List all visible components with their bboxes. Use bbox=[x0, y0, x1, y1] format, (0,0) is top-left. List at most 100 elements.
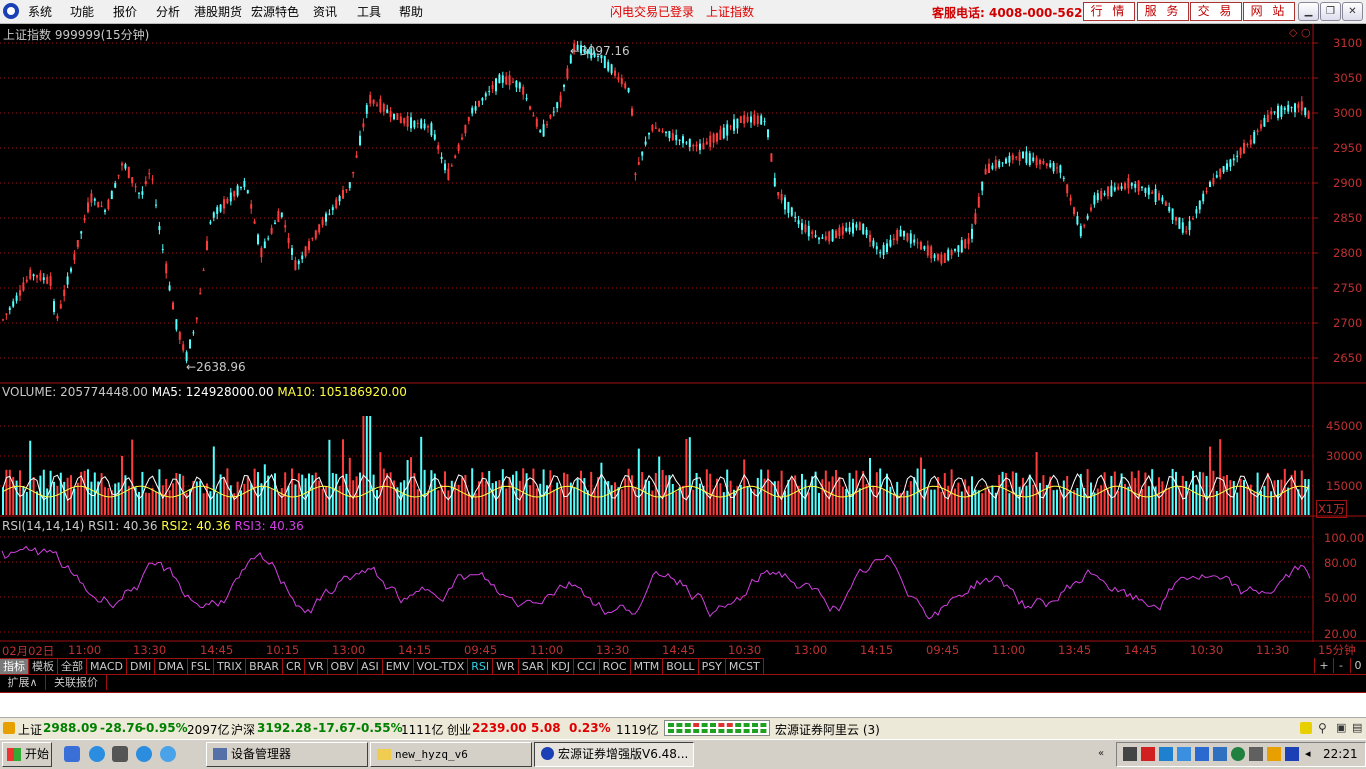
restore-icon[interactable]: ❐ bbox=[1320, 2, 1341, 21]
menu-tools[interactable]: 工具 bbox=[357, 3, 381, 20]
taskbar-item-trading-app[interactable]: 宏源证券增强版V6.48... bbox=[534, 742, 694, 767]
chart-area[interactable] bbox=[0, 24, 1366, 658]
market-button[interactable]: 行 情 bbox=[1083, 2, 1135, 21]
tab-rsi[interactable]: RSI bbox=[468, 659, 494, 674]
browser-icon[interactable] bbox=[136, 746, 152, 762]
y-tick: 2700 bbox=[1333, 316, 1363, 330]
x-tick: 11:00 bbox=[68, 643, 102, 657]
tab-wr[interactable]: WR bbox=[493, 659, 519, 674]
tab-kdj[interactable]: KDJ bbox=[548, 659, 574, 674]
settings-icon[interactable]: ▤ bbox=[1352, 721, 1362, 734]
menu-hk-futures[interactable]: 港股期货 bbox=[194, 3, 242, 20]
tab-macd[interactable]: MACD bbox=[87, 659, 127, 674]
battery-icon[interactable] bbox=[1267, 747, 1281, 761]
tab-asi[interactable]: ASI bbox=[358, 659, 383, 674]
x-tick: 11:00 bbox=[992, 643, 1026, 657]
service-button[interactable]: 服 务 bbox=[1137, 2, 1189, 21]
menu-analysis[interactable]: 分析 bbox=[156, 3, 180, 20]
menu-hongyuan[interactable]: 宏源特色 bbox=[251, 3, 299, 20]
reset-button[interactable]: 0 bbox=[1349, 658, 1366, 673]
tab-vol-tdx[interactable]: VOL-TDX bbox=[414, 659, 469, 674]
tab-trix[interactable]: TRIX bbox=[214, 659, 247, 674]
volume-tray-icon[interactable]: ◂ bbox=[1305, 747, 1311, 760]
zoom-in-button[interactable]: + bbox=[1314, 658, 1334, 673]
tab-dmi[interactable]: DMI bbox=[127, 659, 156, 674]
cy-value: 2239.00 bbox=[472, 721, 527, 735]
website-button[interactable]: 网 站 bbox=[1243, 2, 1295, 21]
x-tick: 14:15 bbox=[860, 643, 894, 657]
sh-name: 上证 bbox=[18, 723, 43, 737]
menu-help[interactable]: 帮助 bbox=[399, 3, 423, 20]
low-value: 2638.96 bbox=[196, 360, 246, 374]
taskbar-item-device-manager[interactable]: 设备管理器 bbox=[206, 742, 368, 767]
clock[interactable]: 22:21 bbox=[1323, 747, 1358, 761]
x-tick: 09:45 bbox=[464, 643, 498, 657]
period-selector[interactable]: 15分钟 bbox=[1318, 642, 1356, 658]
computer-icon bbox=[213, 748, 227, 760]
taskbar-item-folder[interactable]: new_hyzq_v6 bbox=[370, 742, 532, 767]
lock-icon[interactable]: ▣ bbox=[1336, 721, 1346, 734]
notify-icon[interactable] bbox=[1300, 722, 1312, 734]
tray-expand-icon[interactable]: « bbox=[1098, 748, 1104, 759]
keyboard-icon[interactable] bbox=[1123, 747, 1137, 761]
expand-tab[interactable]: 扩展∧ bbox=[0, 675, 46, 690]
y-tick: 3100 bbox=[1333, 36, 1363, 50]
tab-fsl[interactable]: FSL bbox=[188, 659, 214, 674]
windows-logo-icon bbox=[7, 748, 21, 761]
desktop-icon[interactable] bbox=[64, 746, 80, 762]
status-bar: 上证 2988.09 -28.76 -0.95% 2097亿 沪深 3192.2… bbox=[0, 717, 1366, 739]
taskbar: 开始 设备管理器 new_hyzq_v6 宏源证券增强版V6.48... « ◂… bbox=[0, 739, 1366, 769]
server-name: 宏源证券阿里云 (3) bbox=[775, 723, 880, 737]
security-icon[interactable] bbox=[1195, 747, 1209, 761]
close-icon[interactable]: ✕ bbox=[1342, 2, 1363, 21]
tab-sar[interactable]: SAR bbox=[519, 659, 549, 674]
shield-icon[interactable] bbox=[1213, 747, 1227, 761]
tab-指标[interactable]: 指标 bbox=[0, 659, 29, 674]
sh-change: -28.76 bbox=[100, 721, 143, 735]
hs-change: -17.67 bbox=[313, 721, 356, 735]
update-icon[interactable] bbox=[1177, 747, 1191, 761]
vol-y-tick: 45000 bbox=[1326, 419, 1363, 433]
network-icon[interactable] bbox=[1141, 747, 1155, 761]
taskbar-item-label: 设备管理器 bbox=[231, 747, 292, 761]
tab-cci[interactable]: CCI bbox=[574, 659, 600, 674]
ie-icon[interactable] bbox=[89, 746, 105, 762]
x-tick: 10:30 bbox=[1190, 643, 1224, 657]
rsi-line bbox=[1, 545, 1311, 620]
x-tick: 11:00 bbox=[530, 643, 564, 657]
volume-value: VOLUME: 205774448.00 bbox=[2, 385, 148, 399]
tab-dma[interactable]: DMA bbox=[155, 659, 188, 674]
tab-obv[interactable]: OBV bbox=[328, 659, 358, 674]
tab-emv[interactable]: EMV bbox=[383, 659, 414, 674]
minimize-icon[interactable]: ▁ bbox=[1298, 2, 1319, 21]
messenger-icon[interactable] bbox=[160, 746, 176, 762]
media-icon[interactable] bbox=[112, 746, 128, 762]
tab-boll[interactable]: BOLL bbox=[663, 659, 699, 674]
menu-quote[interactable]: 报价 bbox=[113, 3, 137, 20]
rsi-y-tick: 80.00 bbox=[1324, 556, 1357, 570]
tab-mtm[interactable]: MTM bbox=[631, 659, 664, 674]
start-button[interactable]: 开始 bbox=[2, 742, 52, 767]
menu-news[interactable]: 资讯 bbox=[313, 3, 337, 20]
tab-psy[interactable]: PSY bbox=[699, 659, 726, 674]
rsi-y-tick: 100.00 bbox=[1324, 531, 1365, 545]
menu-system[interactable]: 系统 bbox=[28, 3, 52, 20]
expand-icon[interactable]: ◇ ○ bbox=[1289, 26, 1311, 39]
x-tick: 14:15 bbox=[398, 643, 432, 657]
taskbar-item-label: new_hyzq_v6 bbox=[395, 748, 468, 761]
tab-roc[interactable]: ROC bbox=[600, 659, 631, 674]
tab-vr[interactable]: VR bbox=[305, 659, 328, 674]
trade-login-status: 闪电交易已登录 bbox=[610, 5, 695, 19]
tab-全部[interactable]: 全部 bbox=[58, 659, 87, 674]
tab-cr[interactable]: CR bbox=[283, 659, 306, 674]
menu-function[interactable]: 功能 bbox=[70, 3, 94, 20]
trade-button[interactable]: 交 易 bbox=[1190, 2, 1242, 21]
monitor-icon[interactable] bbox=[1285, 747, 1299, 761]
tab-模板[interactable]: 模板 bbox=[29, 659, 58, 674]
green-app-icon[interactable] bbox=[1231, 747, 1245, 761]
antivirus-icon[interactable] bbox=[1159, 747, 1173, 761]
tab-mcst[interactable]: MCST bbox=[726, 659, 764, 674]
app-tray-icon[interactable] bbox=[1249, 747, 1263, 761]
tab-brar[interactable]: BRAR bbox=[246, 659, 284, 674]
related-quote-tab[interactable]: 关联报价 bbox=[46, 675, 107, 690]
